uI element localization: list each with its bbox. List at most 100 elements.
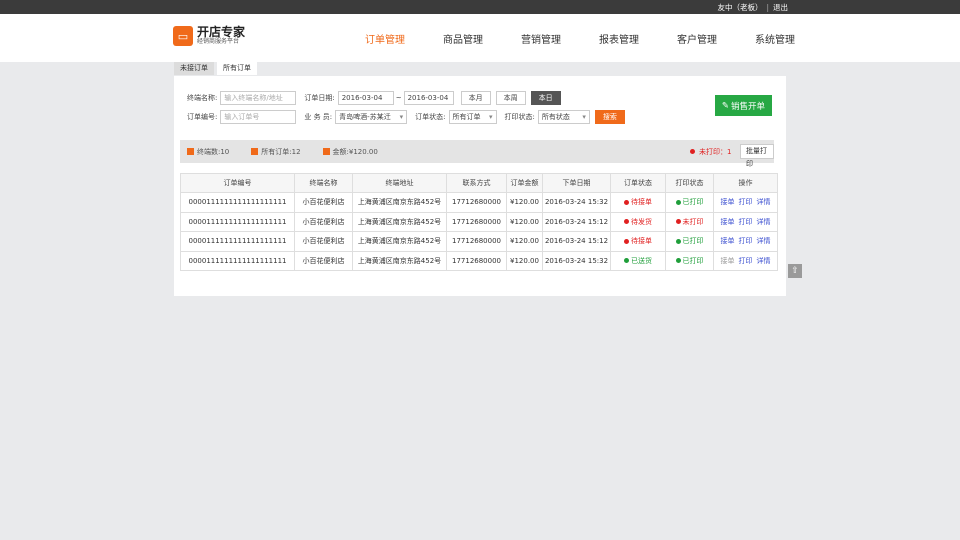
- terminal-name: 小百花便利店: [294, 192, 353, 213]
- red-dot-icon: [690, 149, 695, 154]
- nav-order-management[interactable]: 订单管理: [346, 31, 424, 46]
- nav-product-management[interactable]: 商品管理: [424, 31, 502, 46]
- detail-link[interactable]: 详情: [757, 257, 771, 265]
- accept-link[interactable]: 接单: [721, 198, 735, 206]
- date-to-input[interactable]: 2016-03-04: [403, 91, 454, 105]
- order-date: 2016-03-24 15:12: [542, 211, 611, 232]
- this-week-button[interactable]: 本周: [495, 91, 526, 105]
- terminal-address: 上海黄浦区南京东路452号: [352, 231, 447, 252]
- nav-report-management[interactable]: 报表管理: [580, 31, 658, 46]
- salesman-select[interactable]: 青岛啤酒-苏某迁: [335, 110, 408, 124]
- tab-pending-orders[interactable]: 未接订单: [174, 62, 214, 75]
- tab-all-orders[interactable]: 所有订单: [217, 62, 257, 75]
- accept-link[interactable]: 接单: [721, 218, 735, 226]
- print-status: 已打印: [665, 231, 714, 252]
- main-nav: 订单管理 商品管理 营销管理 报表管理 客户管理 系统管理: [346, 14, 814, 62]
- logout-link[interactable]: 退出: [773, 2, 788, 13]
- nav-customer-management[interactable]: 客户管理: [658, 31, 736, 46]
- order-date: 2016-03-24 15:32: [542, 250, 611, 271]
- terminal-address: 上海黄浦区南京东路452号: [352, 250, 447, 271]
- today-button[interactable]: 本日: [530, 91, 561, 105]
- col-print-status: 打印状态: [665, 173, 714, 193]
- order-status-text: 待接单: [631, 237, 652, 246]
- nav-marketing-management[interactable]: 营销管理: [502, 31, 580, 46]
- top-bar: 友中（老板） | 退出: [0, 0, 960, 14]
- status-dot-icon: [624, 199, 629, 205]
- orders-panel: 终端名称: 输入终端名称/地址 订单日期: 2016-03-04 ~ 2016-…: [174, 76, 786, 296]
- accept-link[interactable]: 接单: [721, 237, 735, 245]
- print-link[interactable]: 打印: [739, 218, 753, 226]
- status-dot-icon: [675, 238, 681, 244]
- table-row: 0000111111111111111111 小百花便利店 上海黄浦区南京东路4…: [180, 231, 778, 252]
- terminal-address: 上海黄浦区南京东路452号: [352, 211, 447, 232]
- row-actions: 接单 打印 详情: [713, 231, 778, 252]
- sales-order-button-label: 销售开单: [731, 101, 766, 112]
- back-to-top-icon[interactable]: ⇧: [788, 264, 802, 278]
- order-no: 0000111111111111111111: [180, 231, 295, 252]
- print-status-text: 已打印: [682, 237, 704, 246]
- terminal-input[interactable]: 输入终端名称/地址: [220, 91, 297, 105]
- shop-icon: ▭: [173, 26, 193, 46]
- row-actions: 接单 打印 详情: [713, 192, 778, 213]
- col-amount: 订单金额: [506, 173, 543, 193]
- salesman-label: 业 务 员:: [304, 113, 333, 121]
- col-terminal-name: 终端名称: [294, 173, 353, 193]
- order-date: 2016-03-24 15:12: [542, 231, 611, 252]
- print-link[interactable]: 打印: [739, 237, 753, 245]
- status-dot-icon: [624, 238, 629, 244]
- batch-print-button[interactable]: 批量打印: [740, 144, 774, 168]
- order-no: 0000111111111111111111: [180, 250, 295, 271]
- order-count-text: 所有订单:12: [261, 147, 301, 156]
- detail-link[interactable]: 详情: [757, 198, 771, 206]
- order-status-text: 已送货: [631, 256, 652, 265]
- square-icon: [251, 148, 259, 155]
- order-status: 待接单: [610, 192, 666, 213]
- square-icon: [322, 148, 330, 155]
- terminal-name: 小百花便利店: [294, 250, 353, 271]
- accept-link[interactable]: 接单: [721, 257, 735, 265]
- logo-subtitle: 经销商服务平台: [197, 38, 240, 45]
- terminal-label: 终端名称:: [187, 94, 218, 102]
- logo[interactable]: ▭ 开店专家 经销商服务平台: [173, 26, 245, 46]
- filter-form: 终端名称: 输入终端名称/地址 订单日期: 2016-03-04 ~ 2016-…: [187, 90, 625, 128]
- print-status-select[interactable]: 所有状态: [537, 110, 590, 124]
- order-status-text: 待发货: [631, 217, 652, 226]
- print-link[interactable]: 打印: [739, 257, 753, 265]
- table-row: 0000111111111111111111 小百花便利店 上海黄浦区南京东路4…: [180, 192, 778, 213]
- col-terminal-address: 终端地址: [352, 173, 447, 193]
- print-link[interactable]: 打印: [739, 198, 753, 206]
- print-status-text: 未打印: [682, 217, 704, 226]
- print-status: 已打印: [665, 192, 714, 213]
- order-no: 0000111111111111111111: [180, 211, 295, 232]
- order-no-input[interactable]: 输入订单号: [220, 110, 297, 124]
- print-status-text: 已打印: [682, 198, 704, 207]
- orders-table: 订单编号 终端名称 终端地址 联系方式 订单金额 下单日期 订单状态 打印状态 …: [180, 173, 778, 271]
- order-status-select[interactable]: 所有订单: [448, 110, 497, 124]
- topbar-separator: |: [766, 2, 769, 12]
- col-contact: 联系方式: [446, 173, 507, 193]
- status-dot-icon: [624, 219, 629, 225]
- table-header-row: 订单编号 终端名称 终端地址 联系方式 订单金额 下单日期 订单状态 打印状态 …: [180, 173, 778, 193]
- nav-system-management[interactable]: 系统管理: [736, 31, 814, 46]
- print-status: 未打印: [665, 211, 714, 232]
- contact: 17712680000: [446, 192, 507, 213]
- status-dot-icon: [624, 258, 629, 264]
- terminal-name: 小百花便利店: [294, 211, 353, 232]
- contact: 17712680000: [446, 211, 507, 232]
- sales-order-button[interactable]: ✎ 销售开单: [715, 95, 772, 116]
- date-label: 订单日期:: [304, 94, 335, 102]
- status-dot-icon: [675, 199, 681, 205]
- detail-link[interactable]: 详情: [757, 237, 771, 245]
- detail-link[interactable]: 详情: [757, 218, 771, 226]
- col-order-status: 订单状态: [610, 173, 666, 193]
- col-actions: 操作: [713, 173, 778, 193]
- current-user[interactable]: 友中（老板）: [717, 2, 762, 13]
- terminal-count-text: 终端数:10: [197, 147, 230, 156]
- unprinted-count-text: 未打印：1: [699, 147, 732, 156]
- order-date: 2016-03-24 15:32: [542, 192, 611, 213]
- this-month-button[interactable]: 本月: [460, 91, 491, 105]
- total-amount-text: 金额:¥120.00: [332, 147, 378, 156]
- date-from-input[interactable]: 2016-03-04: [337, 91, 394, 105]
- amount: ¥120.00: [506, 192, 543, 213]
- search-button[interactable]: 搜索: [594, 110, 625, 124]
